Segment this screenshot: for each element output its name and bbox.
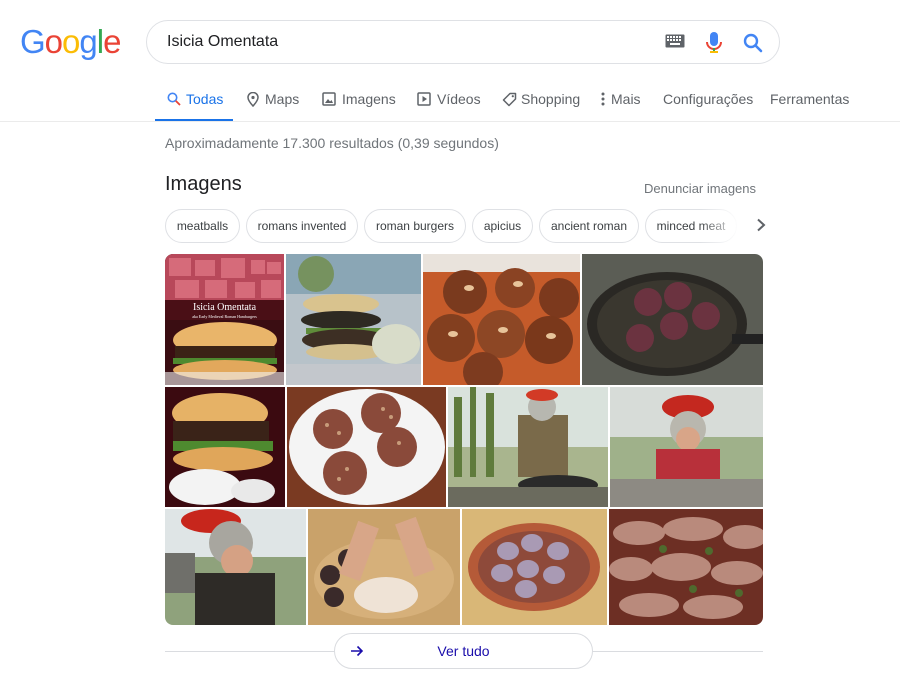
image-thumbnail[interactable] [286, 254, 421, 385]
logo-letter: g [79, 23, 97, 60]
image-thumbnail[interactable] [165, 509, 306, 625]
logo-letter: G [20, 23, 46, 60]
tab-label: Mais [611, 91, 641, 107]
book-cover-subtitle: aka Early Medieval Roman Hamburgers [192, 314, 257, 319]
search-icon [167, 92, 181, 106]
tab-mais[interactable]: Mais [599, 78, 641, 121]
chip-apicius[interactable]: apicius [472, 209, 533, 243]
result-stats: Aproximadamente 17.300 resultados (0,39 … [165, 135, 499, 151]
tab-label: Vídeos [437, 91, 481, 107]
play-icon [417, 92, 431, 106]
image-grid: Isicia Omentata aka Early Medieval Roman… [165, 254, 763, 625]
image-thumbnail[interactable] [308, 509, 460, 625]
book-cover-title: Isicia Omentata [192, 302, 257, 313]
chips-fade [700, 209, 740, 243]
search-icon[interactable] [743, 33, 763, 58]
chip-meatballs[interactable]: meatballs [165, 209, 240, 243]
tab-label: Todas [186, 91, 224, 107]
chip-romans-invented[interactable]: romans invented [246, 209, 358, 243]
image-thumbnail[interactable]: Isicia Omentata aka Early Medieval Roman… [165, 254, 284, 385]
image-thumbnail[interactable] [609, 509, 763, 625]
tabs-divider [0, 121, 900, 122]
more-vert-icon [601, 92, 605, 106]
chevron-right-icon[interactable] [756, 218, 766, 237]
tab-label: Ferramentas [770, 91, 850, 107]
search-box[interactable]: Isicia Omentata [146, 20, 780, 64]
tab-shopping[interactable]: Shopping [501, 78, 581, 121]
chip-roman-burgers[interactable]: roman burgers [364, 209, 466, 243]
image-thumbnail[interactable] [287, 387, 446, 507]
tab-todas[interactable]: Todas [155, 78, 233, 122]
microphone-icon[interactable] [706, 32, 722, 59]
tab-maps[interactable]: Maps [245, 78, 305, 121]
image-thumbnail[interactable] [423, 254, 580, 385]
logo-letter: o [62, 23, 80, 60]
tab-label: Imagens [342, 91, 396, 107]
image-thumbnail[interactable] [165, 387, 285, 507]
search-input[interactable]: Isicia Omentata [167, 21, 278, 63]
image-thumbnail[interactable] [610, 387, 763, 507]
logo-letter: e [103, 23, 121, 60]
tab-configuracoes[interactable]: Configurações [663, 78, 753, 121]
tab-label: Shopping [521, 91, 581, 107]
tab-videos[interactable]: Vídeos [416, 78, 481, 121]
logo-letter: o [44, 23, 63, 60]
image-thumbnail[interactable] [448, 387, 608, 507]
images-heading: Imagens [165, 173, 242, 195]
image-thumbnail[interactable] [462, 509, 607, 625]
tab-label: Configurações [663, 91, 754, 107]
chip-ancient-roman[interactable]: ancient roman [539, 209, 639, 243]
tab-ferramentas[interactable]: Ferramentas [770, 78, 850, 121]
image-icon [322, 92, 336, 106]
map-pin-icon [247, 92, 259, 107]
google-logo[interactable]: Google [20, 23, 121, 60]
keyboard-icon[interactable] [665, 34, 685, 53]
image-thumbnail[interactable] [582, 254, 763, 385]
see-all-label: Ver tudo [437, 643, 490, 659]
tag-icon [502, 92, 517, 107]
see-all-button[interactable]: Ver tudo [334, 633, 593, 669]
tab-label: Maps [265, 91, 300, 107]
tab-imagens[interactable]: Imagens [321, 78, 397, 121]
report-images-link[interactable]: Denunciar imagens [644, 181, 756, 196]
